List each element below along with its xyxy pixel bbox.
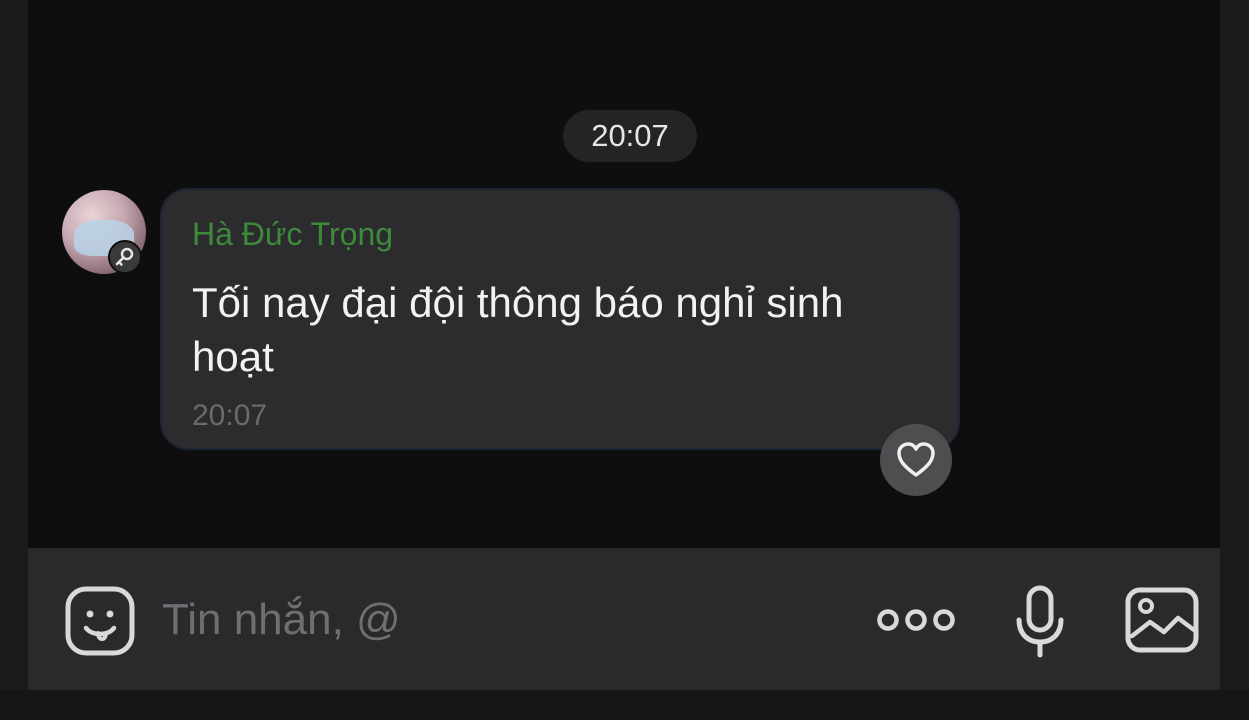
sticker-button[interactable] — [64, 585, 136, 657]
message-time: 20:07 — [192, 399, 268, 432]
sender-name[interactable]: Hà Đức Trọng — [192, 214, 393, 254]
message-bubble[interactable]: Hà Đức Trọng Tối nay đại đội thông báo n… — [162, 190, 958, 448]
system-navigation-bar — [0, 690, 1249, 720]
microphone-icon — [1016, 585, 1064, 658]
chat-screen: 20:07 Hà Đức Trọng Tối nay đại đội thông… — [0, 0, 1249, 720]
heart-outline-icon — [897, 442, 935, 477]
voice-message-button[interactable] — [1010, 584, 1070, 660]
heart-reaction-button[interactable] — [880, 424, 952, 496]
sticker-icon — [65, 586, 135, 656]
avatar-key-badge-icon — [108, 240, 142, 274]
message-composer — [28, 548, 1220, 690]
more-options-icon — [877, 609, 955, 631]
time-divider: 20:07 — [563, 110, 697, 162]
image-icon — [1125, 587, 1199, 653]
more-options-button[interactable] — [874, 600, 958, 640]
send-image-button[interactable] — [1124, 586, 1200, 654]
message-text: Tối nay đại đội thông báo nghỉ sinh hoạt — [192, 279, 844, 380]
message-input[interactable] — [162, 590, 802, 650]
